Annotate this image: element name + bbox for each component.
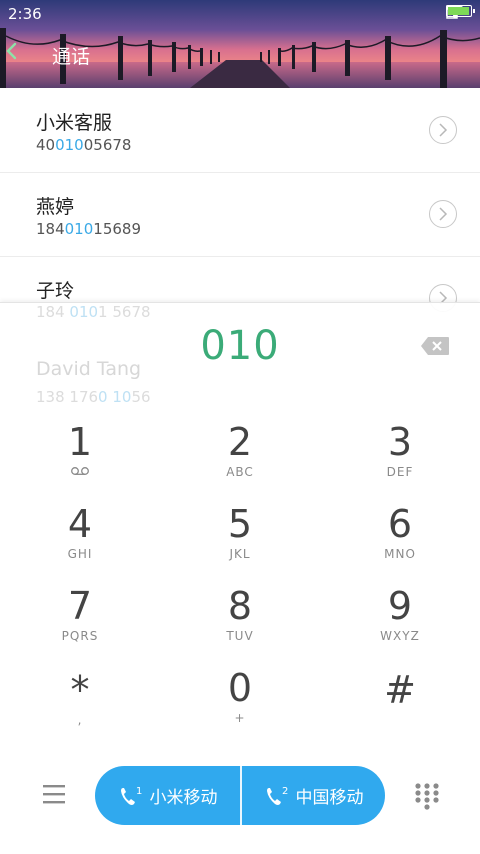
contact-name: 燕婷 — [36, 196, 75, 218]
dial-key-8[interactable]: 8 TUV — [170, 585, 310, 661]
dial-key-0[interactable]: 0 + — [170, 667, 310, 743]
ghost-contact-name: David Tang — [36, 358, 142, 380]
ghost-contact-number: 184 0101 5678 — [36, 303, 151, 321]
call-sim1-label: 小米移动 — [149, 788, 218, 808]
contact-detail-button[interactable] — [429, 116, 457, 144]
chevron-right-icon — [439, 123, 448, 137]
call-sim1-button[interactable]: 1 小米移动 — [95, 766, 240, 825]
dial-key-5[interactable]: 5 JKL — [170, 503, 310, 579]
contact-detail-button[interactable] — [429, 200, 457, 228]
dial-key-star[interactable]: * , — [10, 669, 150, 745]
call-sim2-button[interactable]: 2 中国移动 — [241, 766, 385, 825]
svg-text:2: 2 — [282, 786, 288, 797]
page-title: 通话 — [52, 46, 91, 68]
contact-name: 小米客服 — [36, 112, 113, 134]
call-button-group: 1 小米移动 2 中国移动 — [95, 766, 385, 825]
ghost-contact-number: 138 1760 1056 — [36, 388, 151, 406]
backspace-icon[interactable] — [420, 336, 450, 356]
chevron-right-icon — [439, 207, 448, 221]
keypad-toggle-icon[interactable] — [414, 782, 440, 810]
dial-key-6[interactable]: 6 MNO — [330, 503, 470, 579]
svg-text:1: 1 — [136, 786, 142, 797]
battery-icon — [446, 5, 475, 17]
menu-icon[interactable] — [41, 782, 67, 806]
status-bar: 2:36 — [0, 0, 480, 28]
contact-name: 子玲 — [36, 280, 75, 302]
call-sim2-label: 中国移动 — [295, 788, 364, 808]
phone-sim2-icon: 2 — [266, 786, 288, 805]
dial-key-9[interactable]: 9 WXYZ — [330, 585, 470, 661]
dial-key-2[interactable]: 2 ABC — [170, 421, 310, 497]
status-time: 2:36 — [8, 5, 42, 23]
phone-sim1-icon: 1 — [120, 786, 142, 805]
contact-row[interactable]: 小米客服 4001005678 — [0, 88, 480, 173]
dial-key-7[interactable]: 7 PQRS — [10, 585, 150, 661]
dial-key-1[interactable]: 1 — [10, 421, 150, 497]
voicemail-icon — [71, 467, 89, 475]
contact-number: 4001005678 — [36, 136, 132, 154]
contact-row[interactable]: 燕婷 18401015689 — [0, 172, 480, 257]
dial-key-hash[interactable]: # — [330, 669, 470, 745]
header: 2:36 通话 — [0, 0, 480, 88]
dial-key-3[interactable]: 3 DEF — [330, 421, 470, 497]
dial-key-4[interactable]: 4 GHI — [10, 503, 150, 579]
contact-number: 18401015689 — [36, 220, 141, 238]
back-arrow-icon[interactable] — [0, 38, 26, 64]
